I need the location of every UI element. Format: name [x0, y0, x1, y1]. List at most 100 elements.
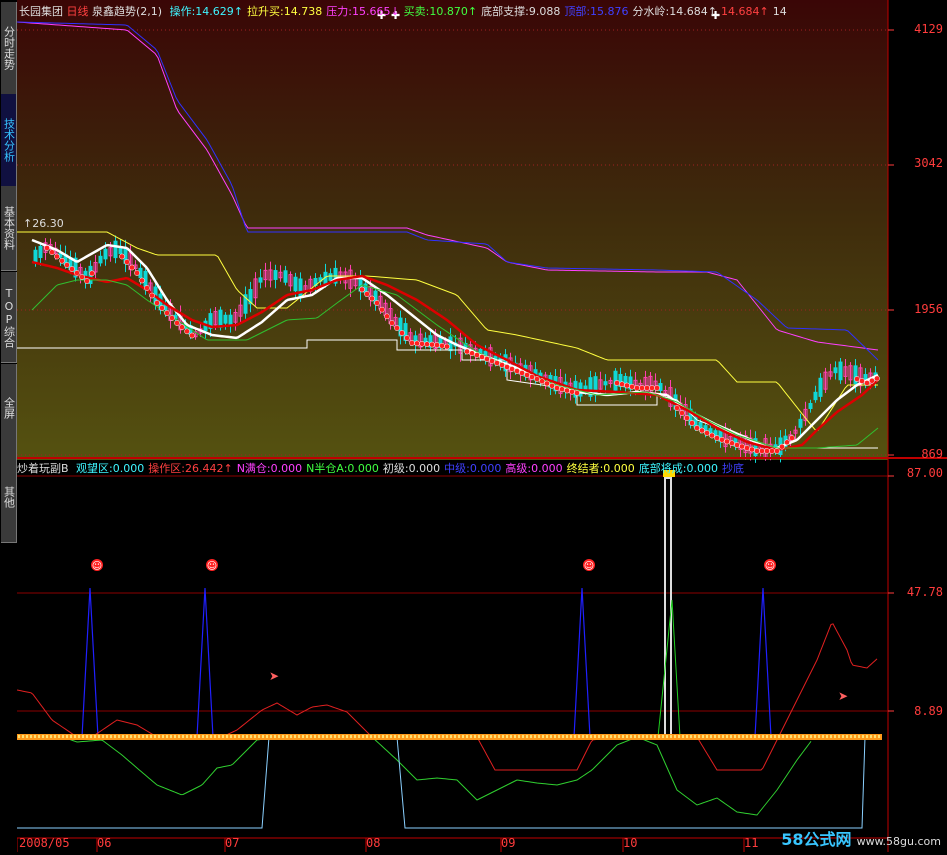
baseline-tick [58, 735, 60, 738]
baseline-tick [250, 735, 252, 738]
stock-name: 长园集团 [19, 5, 63, 18]
tab-5[interactable]: 其他 [1, 452, 17, 543]
signal-dot [554, 385, 560, 391]
sub-panel-bg [17, 460, 888, 842]
baseline-tick [710, 735, 712, 738]
signal-dot [404, 335, 410, 341]
signal-dot [409, 340, 415, 346]
main-item-value: 14.629↑ [195, 5, 244, 18]
baseline-tick [530, 735, 532, 738]
tab-0[interactable]: 分时走势 [1, 2, 17, 95]
signal-dot [394, 325, 400, 331]
baseline-tick [426, 735, 428, 738]
baseline-tick [282, 735, 284, 738]
signal-dot [504, 364, 510, 370]
baseline-tick [410, 735, 412, 738]
baseline-tick [474, 735, 476, 738]
signal-dot [444, 343, 450, 350]
signal-dot [869, 377, 875, 384]
tab-2[interactable]: 基本资料 [1, 186, 17, 271]
signal-dot [544, 380, 550, 387]
main-item: 压力:15.665↓ [326, 5, 399, 18]
signal-dot [764, 448, 770, 454]
baseline-tick [262, 735, 264, 738]
signal-dot [364, 291, 370, 297]
signal-dot [509, 366, 515, 372]
baseline-tick [338, 735, 340, 738]
baseline-tick [90, 735, 92, 738]
baseline-tick [206, 735, 208, 738]
signal-dot [59, 257, 65, 264]
candle-body [603, 381, 608, 386]
baseline-tick [322, 735, 324, 738]
baseline-tick [822, 735, 824, 738]
date-tick: 2008/05 [19, 836, 70, 850]
baseline-tick [94, 735, 96, 738]
signal-dot [44, 245, 50, 251]
signal-dot [689, 420, 695, 426]
baseline-tick [154, 735, 156, 738]
baseline-tick [178, 735, 180, 738]
baseline-tick [454, 735, 456, 738]
tab-4[interactable]: 全屏 [1, 364, 17, 453]
baseline-tick [334, 735, 336, 738]
signal-dot [729, 440, 735, 447]
baseline-tick [326, 735, 328, 738]
signal-dot [399, 330, 405, 336]
baseline-tick [722, 735, 724, 738]
period-label[interactable]: 日线 [67, 5, 89, 18]
signal-dot [634, 385, 640, 391]
baseline-tick [850, 735, 852, 738]
baseline-tick [622, 735, 624, 738]
baseline-tick [750, 735, 752, 738]
baseline-tick [714, 735, 716, 738]
baseline-tick [694, 735, 696, 738]
signal-dot [149, 292, 155, 299]
signal-dot [384, 313, 390, 320]
baseline-tick [314, 735, 316, 738]
baseline-tick [534, 735, 536, 738]
signal-dot [54, 253, 60, 260]
baseline-tick [222, 735, 224, 738]
signal-dot [539, 378, 545, 385]
tab-3[interactable]: TOP综合 [1, 272, 17, 363]
baseline-tick [450, 735, 452, 738]
baseline-tick [66, 735, 68, 738]
baseline-tick [226, 735, 228, 738]
main-item-value: 10.870↑ [429, 5, 478, 18]
main-item-label: 底部支撑: [481, 5, 529, 18]
baseline-tick [770, 735, 772, 738]
sub-item: N满仓:0.000 [237, 462, 302, 475]
sub-axis-tick: 47.78 [906, 585, 943, 599]
sub-item: 抄底 [722, 462, 744, 475]
baseline-tick [862, 735, 864, 738]
signal-dot [874, 375, 880, 382]
chart-canvas[interactable]: ✚ ✚ ✚ ☺ ☺ ☺ ☺➤➤ [16, 0, 947, 852]
baseline-tick [414, 735, 416, 738]
signal-dot [484, 356, 490, 362]
signal-dot [724, 438, 730, 445]
baseline-tick [506, 735, 508, 738]
baseline-tick [382, 735, 384, 738]
baseline-tick [246, 735, 248, 738]
main-item-value: 15.876 [590, 5, 629, 18]
main-item-value: 15.665↓ [351, 5, 400, 18]
baseline-tick [362, 735, 364, 738]
baseline-tick [802, 735, 804, 738]
signal-dot [119, 253, 125, 260]
baseline-tick [118, 735, 120, 738]
signal-dot [734, 442, 740, 448]
signal-dot [439, 342, 445, 349]
chart-area[interactable]: ✚ ✚ ✚ ☺ ☺ ☺ ☺ ➤ ➤ 长园集团 日线 泉鑫趋势(2,1) 操作:14.629↑ 拉… [16, 0, 947, 852]
indicator-name: 泉鑫趋势(2,1) [92, 5, 163, 18]
baseline-tick [274, 735, 276, 738]
tab-1[interactable]: 技术分析 [1, 94, 17, 187]
baseline-tick [774, 735, 776, 738]
arrow-marker: ➤ [838, 689, 848, 703]
baseline-tick [98, 735, 100, 738]
candle-body [223, 314, 228, 324]
baseline-tick [406, 735, 408, 738]
watermark-url: www.58gu.com [856, 835, 941, 848]
sub-item-value: 0.000 [603, 462, 635, 475]
baseline-tick [526, 735, 528, 738]
